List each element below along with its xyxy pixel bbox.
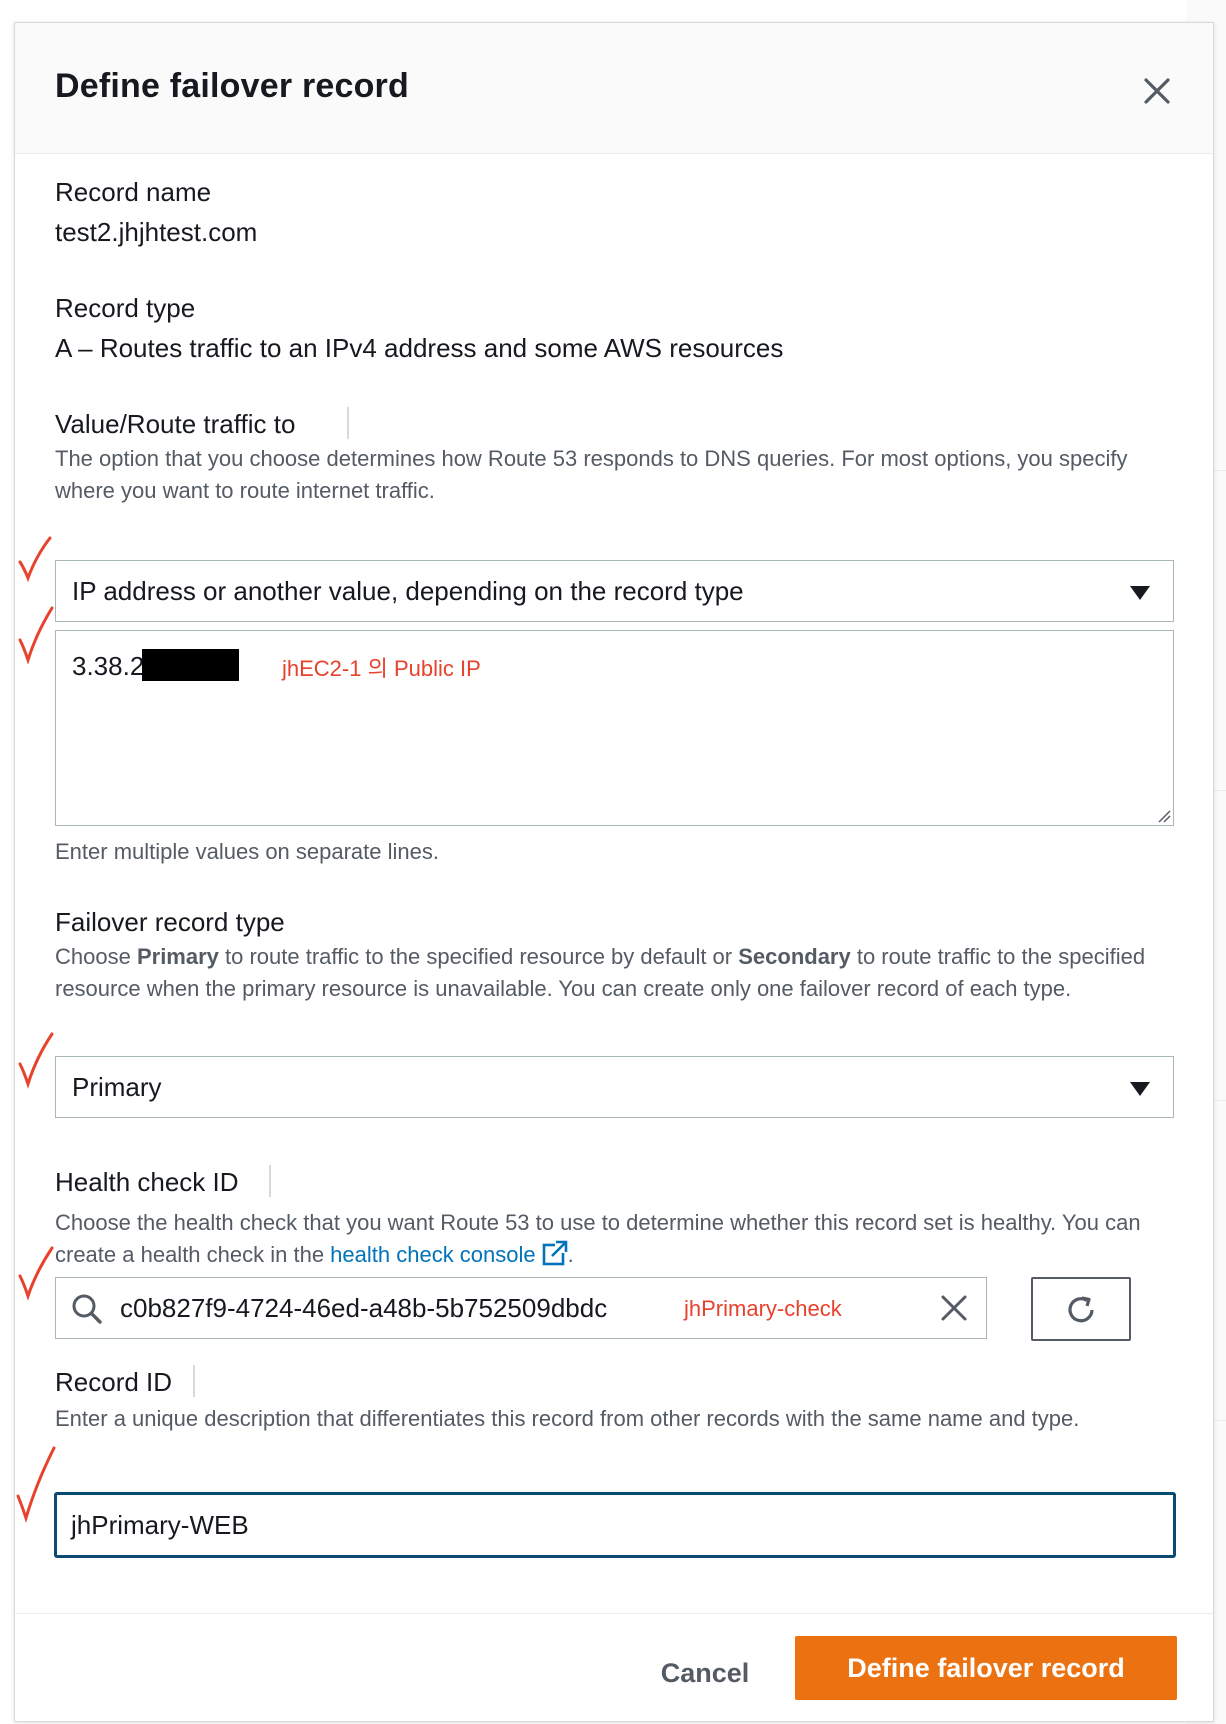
record-id-input[interactable]: jhPrimary-WEB [55,1493,1175,1557]
route-traffic-select-value: IP address or another value, depending o… [72,576,744,606]
secondary-emphasis: Secondary [738,944,851,969]
modal-title: Define failover record [55,67,409,105]
record-name-value: test2.jhjhtest.com [55,217,258,247]
info-separator [347,407,349,439]
search-icon [72,1294,102,1324]
health-check-description: Choose the health check that you want Ro… [55,1210,1141,1267]
caret-down-icon [1130,586,1150,600]
value-hint: Enter multiple values on separate lines. [55,839,439,864]
external-link-icon[interactable] [542,1240,568,1266]
record-name-label: Record name [55,177,212,207]
info-separator [269,1165,271,1197]
value-textarea[interactable]: 3.38.2 jhEC2-1 의 Public IP [55,630,1174,826]
resize-grip-icon[interactable] [1157,809,1171,823]
modal-footer: Cancel Define failover record [15,1613,1213,1723]
checkmark-annotation-icon [18,1246,54,1301]
public-ip-annotation: jhEC2-1 의 Public IP [282,656,481,681]
redaction-block [142,649,239,681]
route-traffic-select[interactable]: IP address or another value, depending o… [55,560,1174,622]
health-check-search-input[interactable]: c0b827f9-4724-46ed-a48b-5b752509dbdc jhP… [55,1277,987,1339]
refresh-icon [1068,1296,1094,1323]
health-check-label: Health check ID [55,1167,239,1197]
cancel-button[interactable]: Cancel [635,1651,775,1695]
failover-type-label: Failover record type [55,907,285,937]
info-separator [193,1365,195,1397]
record-id-description: Enter a unique description that differen… [55,1406,1080,1431]
checkmark-annotation-icon [18,1032,54,1089]
close-button[interactable] [1139,73,1175,109]
failover-record-modal: Define failover record Record name test2… [14,22,1214,1722]
modal-header: Define failover record [15,23,1213,154]
record-type-label: Record type [55,293,196,323]
value-route-label: Value/Route traffic to [55,409,296,439]
checkmark-annotation-icon [18,536,52,583]
health-check-annotation: jhPrimary-check [684,1296,842,1321]
value-textarea-text: 3.38.2 [72,651,145,681]
value-route-description: The option that you choose determines ho… [55,446,1128,503]
checkmark-annotation-icon [18,606,54,664]
checkmark-annotation-icon [16,1446,56,1524]
close-icon [1144,78,1170,104]
clear-icon[interactable] [938,1292,970,1324]
refresh-button[interactable] [1031,1277,1131,1341]
record-id-label: Record ID [55,1367,173,1397]
failover-type-description: Choose Primary to route traffic to the s… [55,944,1146,1001]
record-id-input-value: jhPrimary-WEB [71,1510,249,1540]
record-type-value: A – Routes traffic to an IPv4 address an… [55,333,784,363]
define-failover-record-button[interactable]: Define failover record [795,1636,1177,1700]
primary-emphasis: Primary [136,944,219,969]
health-check-search-value: c0b827f9-4724-46ed-a48b-5b752509dbdc [120,1293,608,1323]
failover-type-select-value: Primary [72,1072,162,1102]
health-check-console-link[interactable]: health check console [330,1242,535,1267]
caret-down-icon [1130,1082,1150,1096]
failover-type-select[interactable]: Primary [55,1056,1174,1118]
